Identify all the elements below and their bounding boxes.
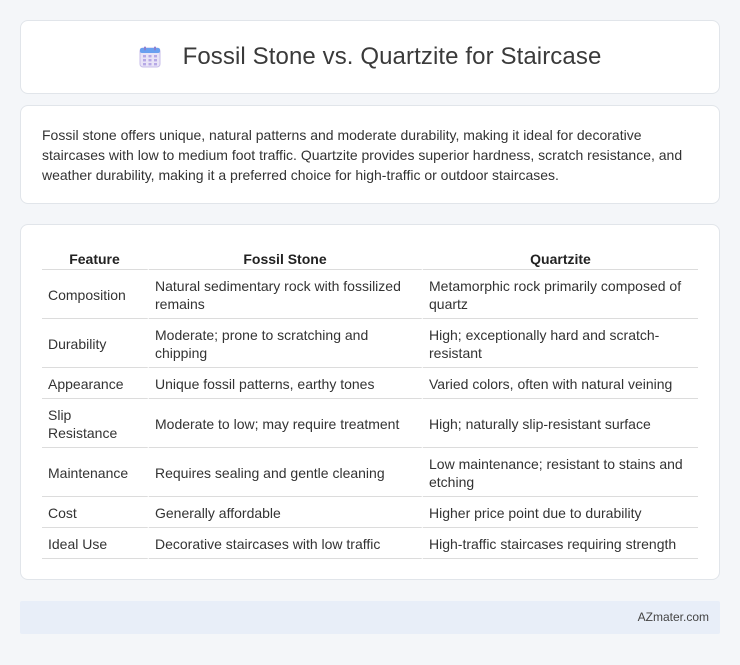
column-header-feature: Feature xyxy=(42,244,149,270)
title-card: Fossil Stone vs. Quartzite for Staircase xyxy=(20,20,720,94)
page-title: Fossil Stone vs. Quartzite for Staircase xyxy=(182,43,602,70)
table-row: Composition Natural sedimentary rock wit… xyxy=(42,270,698,319)
footer-site-link[interactable]: AZmater.com xyxy=(638,610,709,624)
quartzite-cell: Metamorphic rock primarily composed of q… xyxy=(423,270,698,319)
table-row: Maintenance Requires sealing and gentle … xyxy=(42,448,698,497)
feature-cell: Ideal Use xyxy=(42,528,149,559)
table-row: Ideal Use Decorative staircases with low… xyxy=(42,528,698,559)
column-header-quartzite: Quartzite xyxy=(423,244,698,270)
quartzite-cell: High; exceptionally hard and scratch-res… xyxy=(423,319,698,368)
summary-text: Fossil stone offers unique, natural patt… xyxy=(42,127,683,183)
comparison-card: Feature Fossil Stone Quartzite Compositi… xyxy=(20,224,720,580)
feature-cell: Cost xyxy=(42,497,149,528)
feature-cell: Maintenance xyxy=(42,448,149,497)
quartzite-cell: Varied colors, often with natural veinin… xyxy=(423,368,698,399)
quartzite-cell: High-traffic staircases requiring streng… xyxy=(423,528,698,559)
table-row: Appearance Unique fossil patterns, earth… xyxy=(42,368,698,399)
quartzite-cell: Low maintenance; resistant to stains and… xyxy=(423,448,698,497)
table-row: Slip Resistance Moderate to low; may req… xyxy=(42,399,698,448)
fossil-stone-cell: Moderate; prone to scratching and chippi… xyxy=(149,319,423,368)
table-row: Durability Moderate; prone to scratching… xyxy=(42,319,698,368)
summary-card: Fossil stone offers unique, natural patt… xyxy=(20,105,720,204)
fossil-stone-cell: Generally affordable xyxy=(149,497,423,528)
feature-cell: Durability xyxy=(42,319,149,368)
feature-cell: Appearance xyxy=(42,368,149,399)
feature-cell: Slip Resistance xyxy=(42,399,149,448)
quartzite-cell: High; naturally slip-resistant surface xyxy=(423,399,698,448)
comparison-table: Feature Fossil Stone Quartzite Compositi… xyxy=(42,244,698,559)
column-header-fossil-stone: Fossil Stone xyxy=(149,244,423,270)
fossil-stone-cell: Requires sealing and gentle cleaning xyxy=(149,448,423,497)
quartzite-cell: Higher price point due to durability xyxy=(423,497,698,528)
fossil-stone-cell: Natural sedimentary rock with fossilized… xyxy=(149,270,423,319)
feature-cell: Composition xyxy=(42,270,149,319)
footer: AZmater.com xyxy=(20,601,720,634)
table-row: Cost Generally affordable Higher price p… xyxy=(42,497,698,528)
table-header-row: Feature Fossil Stone Quartzite xyxy=(42,244,698,270)
fossil-stone-cell: Moderate to low; may require treatment xyxy=(149,399,423,448)
fossil-stone-cell: Decorative staircases with low traffic xyxy=(149,528,423,559)
calendar-icon xyxy=(139,46,161,68)
fossil-stone-cell: Unique fossil patterns, earthy tones xyxy=(149,368,423,399)
